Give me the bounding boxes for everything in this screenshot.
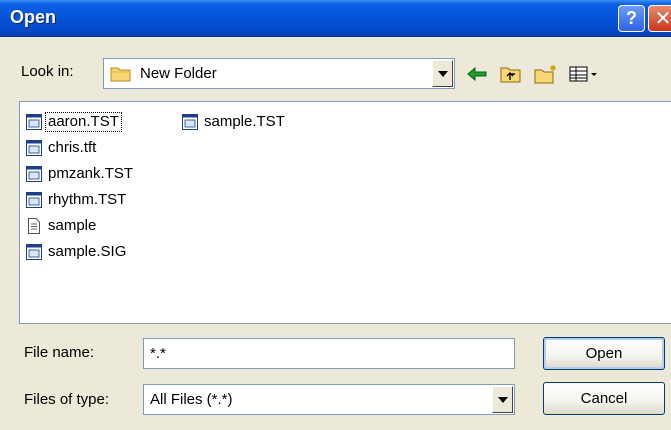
up-folder-button[interactable] bbox=[497, 60, 525, 88]
files-of-type-dropdown-button[interactable] bbox=[492, 386, 513, 413]
app-file-icon bbox=[26, 192, 42, 208]
file-name-input[interactable] bbox=[143, 338, 515, 369]
file-name: pmzank.TST bbox=[48, 165, 134, 182]
file-name-label: File name: bbox=[24, 344, 95, 361]
question-mark-icon: ? bbox=[626, 8, 637, 28]
look-in-dropdown-button[interactable] bbox=[432, 60, 453, 87]
list-item[interactable]: sample bbox=[26, 215, 98, 237]
file-name: aaron.TST bbox=[45, 112, 122, 132]
new-folder-icon bbox=[534, 65, 556, 84]
file-name: sample.TST bbox=[204, 113, 285, 130]
app-file-icon bbox=[26, 114, 42, 130]
look-in-label: Look in: bbox=[21, 63, 74, 80]
window-title: Open bbox=[10, 7, 57, 27]
list-item[interactable]: sample.SIG bbox=[26, 241, 128, 263]
back-button[interactable] bbox=[463, 60, 491, 88]
view-menu-button[interactable] bbox=[566, 60, 602, 88]
file-name: sample bbox=[48, 217, 97, 234]
app-file-icon bbox=[182, 114, 198, 130]
close-button[interactable]: ✕ bbox=[648, 5, 671, 32]
file-name: chris.tft bbox=[48, 139, 97, 156]
look-in-value: New Folder bbox=[140, 65, 217, 82]
look-in-dropdown[interactable]: New Folder bbox=[103, 58, 455, 89]
app-file-icon bbox=[26, 166, 42, 182]
cancel-button[interactable]: Cancel bbox=[543, 382, 665, 415]
app-file-icon bbox=[26, 140, 42, 156]
folder-icon bbox=[110, 65, 132, 87]
up-folder-icon bbox=[500, 67, 521, 83]
list-item[interactable]: rhythm.TST bbox=[26, 189, 128, 211]
files-of-type-value: All Files (*.*) bbox=[150, 391, 233, 408]
list-item[interactable]: aaron.TST bbox=[26, 111, 122, 133]
text-file-icon bbox=[28, 218, 40, 234]
file-name: sample.SIG bbox=[48, 243, 127, 260]
app-file-icon bbox=[26, 244, 42, 260]
view-menu-icon bbox=[569, 66, 597, 82]
files-of-type-label: Files of type: bbox=[24, 391, 110, 408]
close-icon: ✕ bbox=[654, 8, 671, 30]
chevron-down-icon bbox=[497, 396, 508, 403]
title-bar[interactable]: Open ? ✕ bbox=[0, 0, 671, 37]
file-list[interactable]: aaron.TST chris.tft pmzank.TST rhythm.TS… bbox=[19, 101, 671, 324]
open-button[interactable]: Open bbox=[543, 337, 665, 370]
file-name: rhythm.TST bbox=[48, 191, 127, 208]
back-arrow-icon bbox=[467, 66, 487, 82]
list-item[interactable]: pmzank.TST bbox=[26, 163, 135, 185]
chevron-down-icon bbox=[437, 70, 448, 77]
new-folder-button[interactable] bbox=[532, 60, 560, 88]
list-item[interactable]: chris.tft bbox=[26, 137, 98, 159]
help-button[interactable]: ? bbox=[618, 5, 645, 32]
files-of-type-dropdown[interactable]: All Files (*.*) bbox=[143, 384, 515, 415]
list-item[interactable]: sample.TST bbox=[182, 111, 287, 133]
